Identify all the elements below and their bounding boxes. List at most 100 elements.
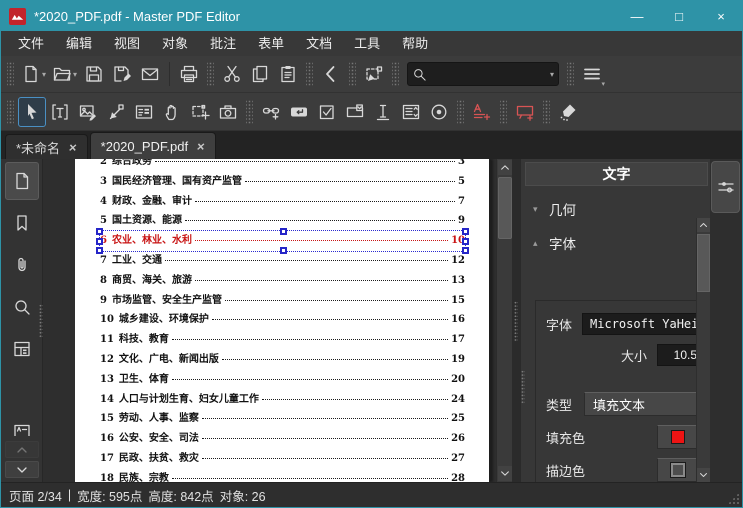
toc-row[interactable]: 13 卫生、体育 20 [100,370,465,390]
search-box[interactable]: ▾ [407,62,560,86]
tab-2020-pdf[interactable]: *2020_PDF.pdf × [89,132,216,159]
back-button[interactable] [317,59,345,89]
sidebar-attachments-button[interactable] [5,246,39,284]
toolbar-drag-handle[interactable] [207,62,215,86]
edit-forms-tool[interactable] [130,97,158,127]
open-file-button[interactable]: ▾ [49,59,80,89]
sticky-note-tool[interactable] [468,97,496,127]
tab-close-icon[interactable]: × [196,139,206,154]
callout-tool[interactable] [511,97,539,127]
menu-help[interactable]: 帮助 [391,31,439,56]
window-resize-grip[interactable] [727,492,740,505]
text-field-tool[interactable] [369,97,397,127]
toolbar-drag-handle[interactable] [500,99,507,124]
text-type-dropdown[interactable]: 填充文本 [584,392,696,416]
scroll-up-button[interactable] [498,160,512,175]
toc-row[interactable]: 18 民族、宗教 28 [100,469,465,482]
toc-row[interactable]: 16 公安、安全、司法 26 [100,429,465,449]
paste-button[interactable] [274,59,302,89]
menu-file[interactable]: 文件 [7,31,55,56]
main-menu-button[interactable]: ▾ [578,59,606,89]
search-dropdown-icon[interactable]: ▾ [550,70,554,79]
cut-button[interactable] [218,59,246,89]
toc-row[interactable]: 9 市场监管、安全生产监管 15 [100,291,465,311]
sidebar-scroll-down-button[interactable] [4,461,39,478]
selection-handle[interactable] [462,238,469,246]
menu-object[interactable]: 对象 [151,31,199,56]
toc-row[interactable]: 3 国民经济管理、国有资产监管 5 [100,172,465,192]
toc-row[interactable]: 15 劳动、人事、监察 25 [100,409,465,429]
check-box-tool[interactable] [313,97,341,127]
stroke-color-button[interactable] [657,458,696,482]
highlight-tool[interactable] [554,97,582,127]
new-document-button[interactable]: ▾ [18,59,49,89]
close-button[interactable]: × [700,1,742,31]
font-name-field[interactable]: Microsoft YaHei [582,313,696,335]
toolbar-drag-handle[interactable] [7,62,14,86]
section-geometry[interactable]: ▾ 几何 [521,192,696,226]
search-input[interactable] [427,67,550,81]
list-box-tool[interactable] [397,97,425,127]
toolbar-drag-handle[interactable] [392,62,400,86]
radio-button-tool[interactable] [425,97,453,127]
selection-handle[interactable] [96,246,103,254]
panel-scroll-up-button[interactable] [697,218,710,232]
selection-handle[interactable] [462,246,469,254]
toolbar-drag-handle[interactable] [7,99,14,124]
canvas-vertical-scrollbar[interactable] [496,159,512,482]
edit-text-tool[interactable] [46,97,74,127]
print-button[interactable] [175,59,203,89]
maximize-button[interactable]: □ [658,1,700,31]
select-tool[interactable] [18,96,46,127]
panel-splitter[interactable] [512,159,520,482]
panel-scroll-down-button[interactable] [697,468,710,482]
toc-row[interactable]: 11 科技、教育 17 [100,330,465,350]
add-link-tool[interactable] [257,97,285,127]
toolbar-drag-handle[interactable] [543,99,550,124]
font-size-field[interactable]: 10.5 [657,344,696,366]
copy-button[interactable] [246,59,274,89]
edit-path-tool[interactable] [102,97,130,127]
menu-edit[interactable]: 编辑 [55,31,103,56]
menu-view[interactable]: 视图 [103,31,151,56]
toc-row[interactable]: 17 民政、扶贫、救灾 27 [100,449,465,469]
sidebar-scroll-up-button[interactable] [4,441,39,458]
select-region-tool[interactable] [186,97,214,127]
selection-handle[interactable] [462,228,469,236]
save-as-button[interactable] [108,59,136,89]
toc-row[interactable]: 8 商贸、海关、旅游 13 [100,271,465,291]
toc-row[interactable]: 4 财政、金融、审计 7 [100,192,465,212]
scrollbar-thumb[interactable] [498,177,512,239]
sidebar-bookmarks-button[interactable] [5,204,39,242]
toolbar-drag-handle[interactable] [567,62,575,86]
panel-vertical-scrollbar[interactable] [696,218,710,482]
push-button-tool[interactable] [285,97,313,127]
section-font[interactable]: ▴ 字体 [521,226,696,260]
toolbar-drag-handle[interactable] [349,62,357,86]
selection-handle[interactable] [279,228,287,236]
menu-comment[interactable]: 批注 [199,31,247,56]
fill-color-button[interactable] [657,425,696,449]
toolbar-drag-handle[interactable] [457,99,464,124]
menu-tools[interactable]: 工具 [343,31,391,56]
toolbar-drag-handle[interactable] [306,62,314,86]
send-email-button[interactable] [136,59,164,89]
panel-scrollbar-thumb[interactable] [697,234,710,292]
zoom-to-selection-button[interactable] [360,59,388,89]
tab-close-icon[interactable]: × [68,140,78,155]
sidebar-search-button[interactable] [5,288,39,326]
edit-image-tool[interactable] [74,97,102,127]
pdf-canvas[interactable]: 2 综合政务 3 3 国民经济管理、国有资产监管 5 4 财政、金融、审计 7 5 国土资源、… [43,159,512,482]
toc-row[interactable]: 2 综合政务 3 [100,159,465,172]
toc-row-selected[interactable]: 6 农业、林业、水利 10 [96,228,469,254]
sidebar-signatures-button[interactable] [5,421,39,437]
combo-box-tool[interactable] [341,97,369,127]
hand-tool[interactable] [158,97,186,127]
selection-handle[interactable] [96,238,103,246]
minimize-button[interactable]: — [616,1,658,31]
sidebar-pages-button[interactable] [4,162,39,200]
sidebar-form-fields-button[interactable] [5,330,39,368]
selection-handle[interactable] [279,246,287,254]
toc-row[interactable]: 12 文化、广电、新闻出版 19 [100,350,465,370]
save-button[interactable] [80,59,108,89]
